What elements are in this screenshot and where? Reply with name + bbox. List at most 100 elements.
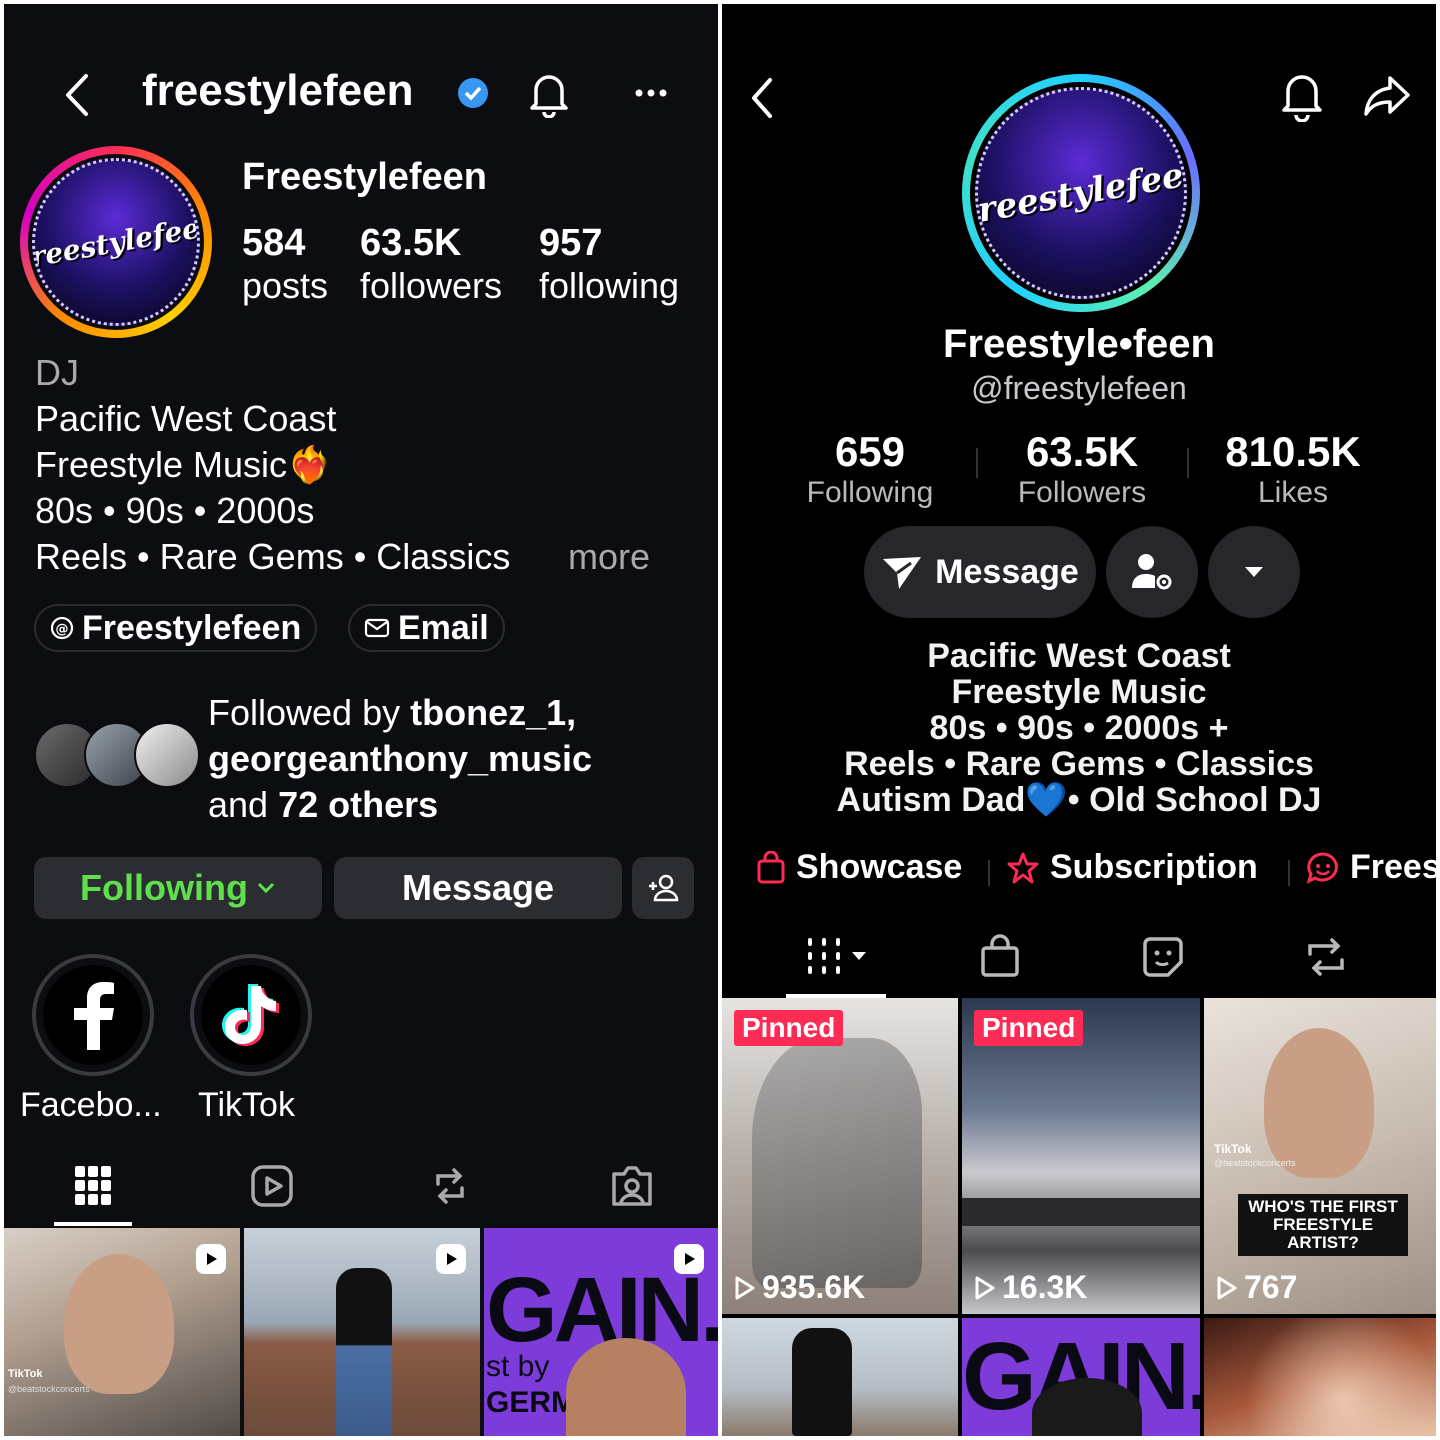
- chevron-down-icon: [256, 881, 276, 895]
- back-icon[interactable]: [62, 72, 92, 118]
- active-tab-indicator: [54, 1222, 132, 1226]
- video-tile[interactable]: [722, 1318, 958, 1436]
- email-link-pill[interactable]: Email: [348, 604, 505, 652]
- post-tile[interactable]: GAIN. st by GERM: [484, 1228, 718, 1436]
- bio-category: DJ: [35, 352, 79, 393]
- chat-smile-icon: [1306, 851, 1340, 885]
- video-grid-icon: [806, 936, 842, 976]
- video-tile[interactable]: [1204, 1318, 1436, 1436]
- stat-following[interactable]: 659 Following: [780, 428, 960, 510]
- video-tile[interactable]: Pinned 935.6K: [722, 998, 958, 1314]
- repost-tab-icon[interactable]: [1304, 936, 1348, 978]
- watermark-handle: @beatstockconcerts: [1214, 1158, 1296, 1168]
- more-dropdown-button[interactable]: [1208, 526, 1300, 618]
- play-outline-icon: [1216, 1275, 1238, 1301]
- post-tile[interactable]: [244, 1228, 480, 1436]
- person-image: [336, 1268, 392, 1436]
- stat-likes[interactable]: 810.5K Likes: [1198, 428, 1388, 510]
- notification-bell-icon[interactable]: [1280, 70, 1324, 122]
- reels-tab-icon[interactable]: [250, 1164, 294, 1208]
- post-tile[interactable]: TikTok @beatstockconcerts: [4, 1228, 240, 1436]
- avatar-logo-text: Freestylefeen: [975, 151, 1187, 235]
- stat-following[interactable]: 957 following: [539, 222, 679, 307]
- threads-icon: @: [50, 616, 74, 640]
- share-icon[interactable]: [1362, 74, 1412, 118]
- stat-value: 659: [834, 428, 906, 475]
- showcase-link[interactable]: Showcase: [756, 848, 962, 887]
- more-options-icon[interactable]: [634, 88, 668, 98]
- pinned-badge: Pinned: [734, 1010, 844, 1046]
- view-count: 935.6K: [734, 1269, 865, 1306]
- stat-value: 810.5K: [1225, 428, 1361, 475]
- followed-by-prefix: Followed by: [208, 692, 411, 733]
- stat-label: Likes: [1257, 476, 1329, 509]
- friend-settings-button[interactable]: [1106, 526, 1198, 618]
- tiktok-profile-panel: Freestylefeen Freestyle•feen @freestylef…: [722, 4, 1436, 1436]
- profile-handle: @freestylefeen: [971, 370, 1187, 406]
- following-button[interactable]: Following: [34, 857, 322, 919]
- person-image: [64, 1254, 174, 1394]
- reposts-tab-icon[interactable]: [430, 1164, 470, 1208]
- bio-line: Autism Dad💙• Old School DJ: [836, 781, 1322, 819]
- reel-icon: [196, 1244, 226, 1274]
- stat-value: 63.5K: [1025, 428, 1139, 475]
- bio-line: Pacific West Coast: [927, 637, 1231, 675]
- video-thumbnail-image: [1264, 1028, 1374, 1178]
- video-tile[interactable]: Pinned 16.3K: [962, 998, 1200, 1314]
- profile-username: freestylefeen: [142, 66, 414, 115]
- play-outline-icon: [974, 1275, 996, 1301]
- shop-tab-icon[interactable]: [980, 934, 1020, 978]
- display-name: Freestyle•feen: [943, 322, 1215, 366]
- instagram-profile-panel: freestylefeen Freestylefeen Freestylefee…: [4, 4, 718, 1436]
- subscription-link[interactable]: Subscription: [1006, 848, 1258, 887]
- stat-divider: [1187, 448, 1189, 478]
- svg-text:@: @: [56, 622, 69, 637]
- video-tile[interactable]: TikTok @beatstockconcerts WHO'S THE FIRS…: [1204, 998, 1436, 1314]
- mutual-followers-avatars[interactable]: [34, 722, 200, 788]
- play-outline-icon: [734, 1275, 756, 1301]
- stat-followers[interactable]: 63.5K followers: [360, 222, 502, 307]
- threads-link-pill[interactable]: @ Freestylefeen: [34, 604, 318, 652]
- sticker-tab-icon[interactable]: [1142, 936, 1184, 978]
- videos-tab[interactable]: [806, 936, 868, 976]
- profile-avatar[interactable]: Freestylefeen: [962, 74, 1200, 312]
- message-button[interactable]: Message: [864, 526, 1096, 618]
- bio-line: Pacific West Coast: [35, 398, 337, 439]
- back-icon[interactable]: [748, 76, 776, 120]
- bio-more-link[interactable]: more: [568, 534, 650, 580]
- group-chat-label: Frees: [1350, 848, 1436, 886]
- view-count: 767: [1216, 1269, 1297, 1306]
- video-tile[interactable]: GAIN.: [962, 1318, 1200, 1436]
- post-graphic-text: GERM: [486, 1386, 576, 1419]
- highlight-tiktok[interactable]: [190, 954, 312, 1076]
- message-button[interactable]: Message: [334, 857, 622, 919]
- stat-posts[interactable]: 584 posts: [242, 222, 328, 307]
- stat-label: Following: [806, 476, 934, 509]
- group-chat-link[interactable]: Frees: [1306, 848, 1436, 887]
- stat-followers[interactable]: 63.5K Followers: [992, 428, 1172, 510]
- stat-label: followers: [360, 265, 503, 306]
- link-divider: [1288, 860, 1290, 886]
- video-caption: WHO'S THE FIRST FREESTYLE ARTIST?: [1238, 1194, 1408, 1256]
- mail-icon: [364, 617, 390, 639]
- display-name: Freestylefeen: [242, 156, 488, 198]
- reel-icon: [436, 1244, 466, 1274]
- followed-by-text[interactable]: Followed by tbonez_1, georgeanthony_musi…: [208, 690, 708, 828]
- profile-avatar[interactable]: Freestylefeen: [20, 146, 212, 338]
- highlight-facebook[interactable]: [32, 954, 154, 1076]
- notification-bell-icon[interactable]: [528, 70, 570, 118]
- grid-tab-icon[interactable]: [74, 1164, 112, 1208]
- suggest-users-button[interactable]: [632, 857, 694, 919]
- bio-line: 80s • 90s • 2000s: [35, 490, 315, 531]
- tagged-tab-icon[interactable]: [610, 1164, 654, 1208]
- followed-by-and: and: [208, 784, 279, 825]
- stat-label: Followers: [1017, 476, 1147, 509]
- send-icon: [881, 553, 923, 591]
- view-count-value: 767: [1244, 1269, 1298, 1305]
- facebook-icon: [43, 965, 143, 1065]
- bio-line: Freestyle Music❤️‍🔥: [35, 444, 332, 485]
- stat-value: 584: [242, 222, 306, 264]
- stat-value: 957: [539, 222, 603, 264]
- bio-line: Reels • Rare Gems • Classics: [35, 536, 511, 577]
- stat-value: 63.5K: [360, 222, 462, 264]
